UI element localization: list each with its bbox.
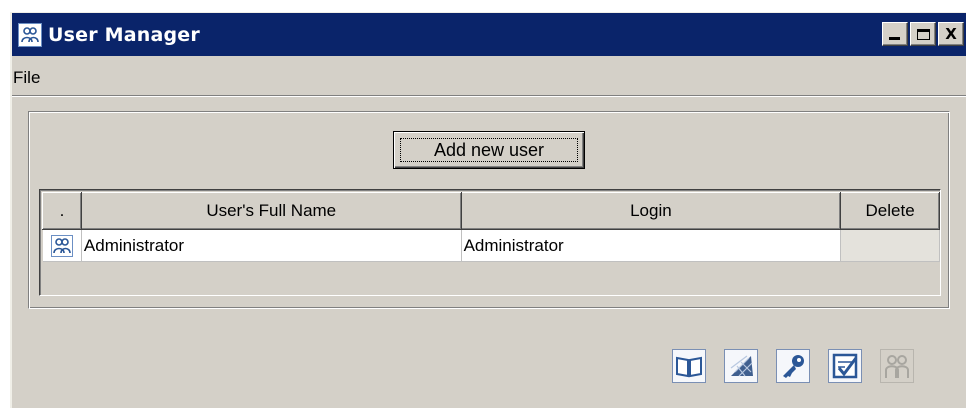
user-icon <box>50 234 73 257</box>
column-header-login[interactable]: Login <box>460 192 842 230</box>
close-icon: X <box>945 25 957 43</box>
cell-delete[interactable] <box>840 229 940 262</box>
help-book-button[interactable] <box>672 349 706 383</box>
user-manager-window: User Manager X File Add new user . User'… <box>10 12 966 408</box>
maximize-icon <box>916 28 930 40</box>
row-icon-cell[interactable] <box>42 229 82 262</box>
column-header-full-name[interactable]: User's Full Name <box>80 192 462 230</box>
users-button[interactable] <box>880 349 914 383</box>
credentials-button[interactable] <box>776 349 810 383</box>
title-bar[interactable]: User Manager X <box>12 13 966 56</box>
add-new-user-button[interactable]: Add new user <box>393 131 585 169</box>
bottom-toolbar <box>672 349 932 383</box>
minimize-icon <box>889 37 900 40</box>
window-title: User Manager <box>48 23 200 46</box>
menu-divider <box>12 95 966 97</box>
minimize-button[interactable] <box>882 22 908 46</box>
users-icon <box>18 22 42 47</box>
key-icon <box>783 355 804 378</box>
users-table-container: . User's Full Name Login Delete Administ… <box>39 189 941 296</box>
tasks-button[interactable] <box>828 349 862 383</box>
cell-login[interactable]: Administrator <box>461 229 842 262</box>
network-button[interactable] <box>724 349 758 383</box>
maximize-button[interactable] <box>910 22 936 46</box>
table-row[interactable]: Administrator Administrator <box>42 229 940 262</box>
cell-full-name[interactable]: Administrator <box>81 229 462 262</box>
menu-bar: File <box>12 63 966 93</box>
users-panel: Add new user . User's Full Name Login De… <box>28 111 950 309</box>
window-controls: X <box>882 22 966 46</box>
focus-ring <box>400 138 578 162</box>
column-header-select[interactable]: . <box>42 192 82 230</box>
users-table: . User's Full Name Login Delete Administ… <box>42 192 940 262</box>
column-header-delete[interactable]: Delete <box>840 192 940 230</box>
table-header-row: . User's Full Name Login Delete <box>42 192 940 230</box>
globe-icon <box>730 355 753 377</box>
book-icon <box>676 356 702 378</box>
menu-file[interactable]: File <box>12 68 40 88</box>
users-icon <box>885 355 909 378</box>
checklist-icon <box>832 353 858 379</box>
close-button[interactable]: X <box>938 22 964 46</box>
